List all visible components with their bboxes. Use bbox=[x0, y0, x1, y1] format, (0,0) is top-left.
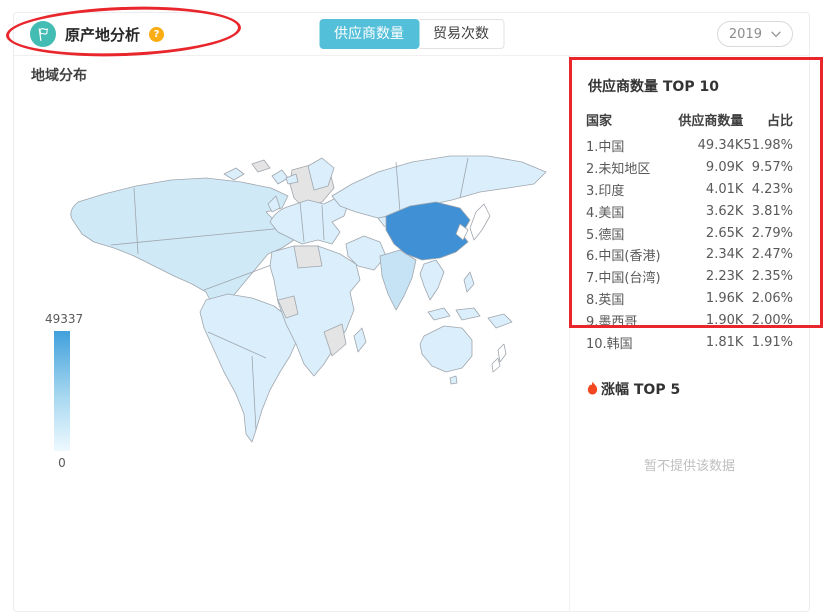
flame-icon bbox=[586, 381, 599, 396]
value-cell: 2.65K bbox=[705, 225, 744, 241]
country-cell: 9.墨西哥 bbox=[586, 314, 638, 330]
card-body: 地域分布 49337 0 供应商数量 TOP 10 国家 供应商数量 占比 1.… bbox=[14, 56, 809, 612]
table-row: 7.中国(台湾) 2.23K 2.35% bbox=[586, 266, 793, 288]
table-row: 3.印度 4.01K 4.23% bbox=[586, 179, 793, 201]
country-cell: 3.印度 bbox=[586, 183, 625, 199]
value-cell: 2.34K bbox=[705, 247, 744, 263]
chevron-down-icon bbox=[771, 31, 781, 38]
pct-cell: 2.00% bbox=[751, 312, 793, 328]
stats-pane: 供应商数量 TOP 10 国家 供应商数量 占比 1.中国 49.34K 51.98… bbox=[569, 56, 809, 612]
value-cell: 1.81K bbox=[705, 334, 744, 350]
map-section-title: 地域分布 bbox=[31, 68, 87, 84]
table-row: 6.中国(香港) 2.34K 2.47% bbox=[586, 244, 793, 266]
tab-trade-count[interactable]: 贸易次数 bbox=[419, 19, 504, 49]
table-row: 9.墨西哥 1.90K 2.00% bbox=[586, 309, 793, 331]
col-header-country: 国家 bbox=[586, 114, 613, 129]
value-cell: 1.90K bbox=[705, 312, 744, 328]
country-cell: 6.中国(香港) bbox=[586, 249, 661, 265]
top10-title: 供应商数量 TOP 10 bbox=[588, 79, 719, 95]
help-icon[interactable]: ? bbox=[149, 26, 165, 42]
col-header-value: 供应商数量 bbox=[678, 114, 744, 129]
table-header-row: 国家 供应商数量 占比 bbox=[586, 110, 793, 135]
no-data-text: 暂不提供该数据 bbox=[643, 458, 735, 474]
map-pane: 地域分布 49337 0 bbox=[14, 56, 569, 612]
table-row: 1.中国 49.34K 51.98% bbox=[586, 135, 793, 157]
world-map-chart[interactable] bbox=[56, 104, 561, 454]
col-header-pct: 占比 bbox=[766, 114, 793, 129]
metric-tabs: 供应商数量 贸易次数 bbox=[319, 19, 504, 49]
legend-gradient-bar bbox=[54, 331, 70, 451]
pct-cell: 2.47% bbox=[751, 247, 793, 263]
country-cell: 10.韩国 bbox=[586, 336, 633, 352]
country-cell: 8.英国 bbox=[586, 292, 625, 308]
pct-cell: 2.06% bbox=[751, 290, 793, 306]
pct-cell: 9.57% bbox=[751, 160, 793, 176]
pct-cell: 51.98% bbox=[743, 138, 793, 154]
card-header: 原产地分析 ? 供应商数量 贸易次数 2019 bbox=[14, 13, 809, 56]
table-row: 8.英国 1.96K 2.06% bbox=[586, 288, 793, 310]
pct-cell: 2.35% bbox=[751, 269, 793, 285]
table-row: 5.德国 2.65K 2.79% bbox=[586, 222, 793, 244]
country-cell: 4.美国 bbox=[586, 205, 625, 221]
pct-cell: 4.23% bbox=[751, 181, 793, 197]
pct-cell: 3.81% bbox=[751, 203, 793, 219]
rise-title: 涨幅 TOP 5 bbox=[601, 381, 681, 398]
pct-cell: 2.79% bbox=[751, 225, 793, 241]
page-title: 原产地分析 bbox=[65, 25, 141, 44]
analysis-card: 原产地分析 ? 供应商数量 贸易次数 2019 地域分布 49337 0 供应商… bbox=[13, 12, 810, 612]
legend-min-value: 0 bbox=[58, 456, 66, 470]
top10-table: 国家 供应商数量 占比 1.中国 49.34K 51.98% 2.未知地区 9.09K… bbox=[586, 110, 793, 353]
year-select[interactable]: 2019 bbox=[716, 21, 793, 47]
value-cell: 3.62K bbox=[705, 203, 744, 219]
legend-max-value: 49337 bbox=[45, 312, 84, 326]
table-row: 4.美国 3.62K 3.81% bbox=[586, 200, 793, 222]
table-row: 2.未知地区 9.09K 9.57% bbox=[586, 157, 793, 179]
value-cell: 2.23K bbox=[705, 269, 744, 285]
country-cell: 5.德国 bbox=[586, 227, 625, 243]
map-color-legend: 49337 0 bbox=[39, 312, 85, 470]
country-cell: 7.中国(台湾) bbox=[586, 271, 661, 287]
value-cell: 1.96K bbox=[705, 290, 744, 306]
value-cell: 9.09K bbox=[705, 160, 744, 176]
tab-supplier-count[interactable]: 供应商数量 bbox=[319, 19, 419, 49]
table-row: 10.韩国 1.81K 1.91% bbox=[586, 331, 793, 353]
value-cell: 4.01K bbox=[705, 181, 744, 197]
pct-cell: 1.91% bbox=[751, 334, 793, 350]
value-cell: 49.34K bbox=[697, 138, 744, 154]
rise-section: 涨幅 TOP 5 暂不提供该数据 bbox=[586, 379, 793, 474]
header-title-group: 原产地分析 ? bbox=[30, 21, 165, 47]
country-cell: 2.未知地区 bbox=[586, 162, 651, 178]
year-select-value: 2019 bbox=[728, 26, 762, 42]
origin-flag-icon bbox=[30, 21, 56, 47]
rise-title-row: 涨幅 TOP 5 bbox=[586, 379, 793, 399]
country-cell: 1.中国 bbox=[586, 140, 625, 156]
